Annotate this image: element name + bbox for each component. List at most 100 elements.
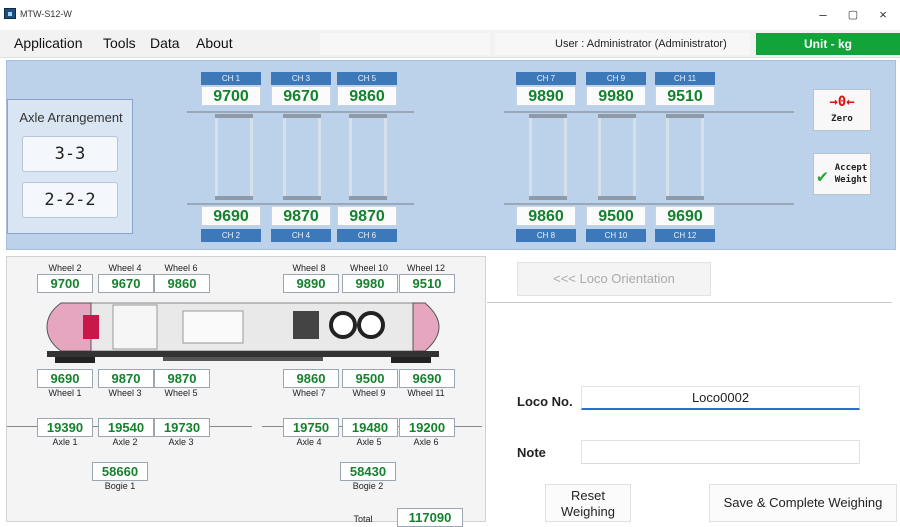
- unit-badge: Unit - kg: [756, 33, 900, 55]
- wheel-label: Wheel 9: [352, 388, 386, 398]
- loco-diagram: Wheel 2 9700 Wheel 4 9670 Wheel 6 9860 W…: [6, 256, 486, 527]
- wheel-value: 9500: [342, 369, 398, 388]
- channel-value: 9510: [655, 86, 715, 106]
- zero-arrows-icon: →0←: [829, 94, 855, 110]
- loco-no-input[interactable]: [581, 386, 860, 410]
- window-title: MTW-S12-W: [20, 9, 72, 19]
- bogie-value: 58430: [340, 462, 396, 481]
- wheel-label: Wheel 4: [108, 263, 142, 273]
- axle-value: 19730: [154, 418, 210, 437]
- channel-value: 9890: [516, 86, 576, 106]
- menu-data[interactable]: Data: [150, 35, 180, 51]
- axle-value: 19200: [399, 418, 455, 437]
- axle-arrangement-box: Axle Arrangement 3-3 2-2-2: [7, 99, 133, 234]
- wheel-label: Wheel 12: [406, 263, 446, 273]
- user-status: User : Administrator (Administrator): [545, 33, 750, 55]
- channel-value: 9670: [271, 86, 331, 106]
- bogie-label: Bogie 2: [352, 481, 384, 491]
- note-label: Note: [517, 445, 546, 460]
- channel-value: 9870: [271, 206, 331, 226]
- channel-value: 9860: [337, 86, 397, 106]
- menu-application[interactable]: Application: [14, 35, 83, 51]
- maximize-button[interactable]: ▢: [838, 6, 868, 24]
- channel-label: CH 9: [586, 72, 646, 85]
- channel-label: CH 5: [337, 72, 397, 85]
- loco-orientation-button[interactable]: <<< Loco Orientation: [517, 262, 711, 296]
- reset-label-line2: Weighing: [561, 504, 615, 519]
- accept-weight-label: Accept Weight: [832, 162, 870, 186]
- wheel-label: Wheel 5: [164, 388, 198, 398]
- total-value: 117090: [397, 508, 463, 527]
- reset-label-line1: Reset: [571, 488, 605, 503]
- wheel-value: 9700: [37, 274, 93, 293]
- accept-label-line2: Weight: [834, 175, 868, 185]
- wheel-label: Wheel 8: [292, 263, 326, 273]
- channel-label: CH 12: [655, 229, 715, 242]
- wheel-value: 9890: [283, 274, 339, 293]
- wheel-label: Wheel 3: [108, 388, 142, 398]
- arrangement-2-2-2-button[interactable]: 2-2-2: [22, 182, 118, 218]
- divider: [487, 302, 892, 303]
- wheel-label: Wheel 6: [164, 263, 198, 273]
- axle-label: Axle 1: [52, 437, 78, 447]
- channel-label: CH 2: [201, 229, 261, 242]
- minimize-button[interactable]: –: [808, 6, 838, 24]
- accept-weight-button[interactable]: ✔ Accept Weight: [813, 153, 871, 195]
- axle-value: 19540: [98, 418, 154, 437]
- menu-spacer: [495, 33, 545, 55]
- wheel-label: Wheel 11: [407, 388, 445, 398]
- zero-button-label: Zero: [831, 114, 853, 124]
- channel-value: 9690: [201, 206, 261, 226]
- channel-label: CH 3: [271, 72, 331, 85]
- wheel-label: Wheel 2: [48, 263, 82, 273]
- zero-button[interactable]: →0← Zero: [813, 89, 871, 131]
- wheel-label: Wheel 1: [48, 388, 82, 398]
- wheel-value: 9510: [399, 274, 455, 293]
- save-complete-weighing-button[interactable]: Save & Complete Weighing: [709, 484, 897, 522]
- axle-value: 19390: [37, 418, 93, 437]
- channel-label: CH 11: [655, 72, 715, 85]
- close-button[interactable]: ×: [868, 6, 898, 24]
- channel-label: CH 4: [271, 229, 331, 242]
- load-cell-frame: [215, 114, 253, 200]
- wheel-value: 9670: [98, 274, 154, 293]
- channel-panel: Axle Arrangement 3-3 2-2-2 CH 1 9700 CH …: [6, 60, 896, 250]
- axle-value: 19750: [283, 418, 339, 437]
- wheel-value: 9870: [98, 369, 154, 388]
- axle-arrangement-title: Axle Arrangement: [19, 110, 123, 125]
- axle-value: 19480: [342, 418, 398, 437]
- reset-weighing-button[interactable]: Reset Weighing: [545, 484, 631, 522]
- loco-details-panel: <<< Loco Orientation Loco No. Note Reset…: [487, 256, 900, 522]
- menu-about[interactable]: About: [196, 35, 233, 51]
- locomotive-graphic: [46, 302, 440, 363]
- channel-value: 9860: [516, 206, 576, 226]
- load-cell-frame: [283, 114, 321, 200]
- rail-line: [504, 111, 794, 113]
- channel-value: 9690: [655, 206, 715, 226]
- channel-value: 9870: [337, 206, 397, 226]
- menu-spacer: [320, 33, 490, 55]
- app-icon: [4, 8, 16, 19]
- load-cell-frame: [598, 114, 636, 200]
- channel-label: CH 8: [516, 229, 576, 242]
- rail-line: [187, 111, 414, 113]
- channel-label: CH 10: [586, 229, 646, 242]
- bogie-value: 58660: [92, 462, 148, 481]
- load-cell-frame: [529, 114, 567, 200]
- axle-label: Axle 4: [296, 437, 322, 447]
- channel-label: CH 6: [337, 229, 397, 242]
- menu-tools[interactable]: Tools: [103, 35, 136, 51]
- wheel-label: Wheel 10: [349, 263, 389, 273]
- arrangement-3-3-button[interactable]: 3-3: [22, 136, 118, 172]
- bogie-label: Bogie 1: [104, 481, 136, 491]
- note-input[interactable]: [581, 440, 860, 464]
- wheel-value: 9860: [283, 369, 339, 388]
- axle-label: Axle 2: [112, 437, 138, 447]
- wheel-value: 9690: [37, 369, 93, 388]
- total-label: Total: [353, 514, 373, 524]
- check-icon: ✔: [817, 166, 828, 187]
- channel-value: 9500: [586, 206, 646, 226]
- wheel-value: 9870: [154, 369, 210, 388]
- wheel-value: 9690: [399, 369, 455, 388]
- rail-line: [187, 203, 414, 205]
